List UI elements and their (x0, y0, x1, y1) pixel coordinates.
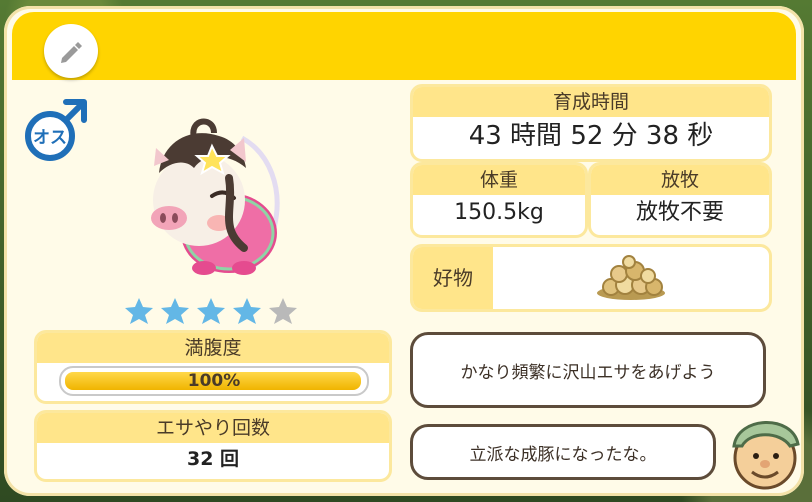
rating-stars (124, 296, 298, 326)
grazing-label: 放牧 (591, 165, 769, 195)
weight-card: 体重 150.5kg (410, 162, 588, 238)
grazing-card: 放牧 放牧不要 (588, 162, 772, 238)
star-icon-filled (125, 298, 153, 324)
comment-text: 立派な成豚になったな。 (469, 444, 657, 465)
feeding-count-card: エサやり回数 32 回 (34, 410, 392, 482)
favorite-food-card: 好物 (410, 244, 772, 312)
header-bar (12, 12, 796, 80)
feed-pile-icon (597, 255, 665, 300)
fullness-value: 100% (187, 371, 241, 391)
advice-text: かなり頻繁に沢山エサをあげよう (460, 362, 716, 383)
pig-character-image (151, 118, 280, 276)
growth-time-label: 育成時間 (413, 87, 769, 117)
advice-speech-bubble: かなり頻繁に沢山エサをあげよう (410, 332, 766, 408)
feeding-count-value: 32 回 (186, 448, 240, 470)
pig-status-panel: オス 満腹度 100% エサやり回数 32 回 育成時間 43 時間 52 分 … (4, 6, 804, 496)
growth-time-value: 43 時間 52 分 38 秒 (468, 121, 714, 151)
feeding-count-label: エサやり回数 (37, 413, 389, 443)
favorite-food-label: 好物 (413, 247, 493, 309)
gender-label: オス (33, 128, 67, 148)
star-icon-filled (197, 298, 225, 324)
fullness-label: 満腹度 (37, 333, 389, 363)
weight-label: 体重 (413, 165, 585, 195)
growth-time-card: 育成時間 43 時間 52 分 38 秒 (410, 84, 772, 162)
star-icon-filled (233, 298, 261, 324)
star-icon-empty (269, 298, 297, 324)
gender-badge: オス (20, 94, 92, 166)
fullness-gauge: 100% (59, 366, 369, 396)
farmer-character-image (732, 421, 800, 490)
pencil-icon (61, 42, 82, 63)
weight-value: 150.5kg (454, 200, 544, 225)
male-symbol-icon: オス (25, 99, 87, 161)
fullness-card: 満腹度 100% (34, 330, 392, 404)
comment-speech-bubble: 立派な成豚になったな。 (410, 424, 716, 480)
edit-name-button[interactable] (44, 24, 98, 78)
grazing-value: 放牧不要 (635, 200, 724, 225)
star-icon-filled (161, 298, 189, 324)
